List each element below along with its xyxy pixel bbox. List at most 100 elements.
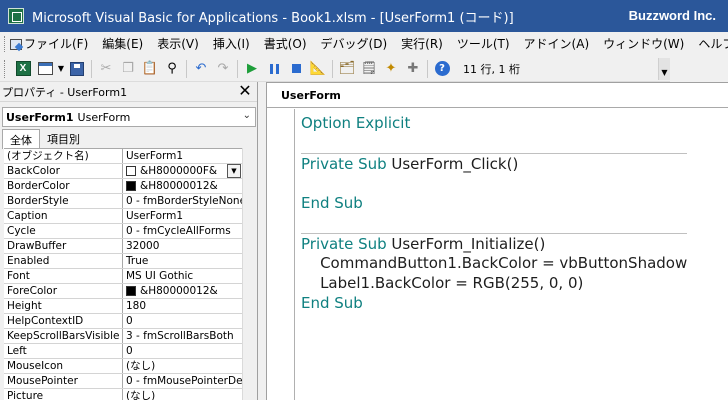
property-row[interactable]: BackColor &H8000000F& ▼ bbox=[4, 164, 242, 179]
properties-window-button[interactable]: 🗒 bbox=[358, 58, 380, 80]
property-value[interactable]: 0 - fmBorderStyleNone bbox=[123, 194, 242, 208]
code-margin[interactable] bbox=[267, 109, 295, 400]
code-line[interactable]: Private Sub UserForm_Initialize() bbox=[301, 233, 688, 253]
toolbar-grip[interactable] bbox=[4, 59, 8, 78]
cut-button[interactable]: ✂ bbox=[95, 58, 117, 80]
property-dropdown-button[interactable]: ▼ bbox=[227, 164, 241, 178]
code-window: UserForm Option Explicit Private Sub User… bbox=[266, 82, 728, 400]
property-value[interactable]: (なし) bbox=[123, 359, 242, 373]
reset-button[interactable] bbox=[285, 58, 307, 80]
code-line[interactable]: Private Sub UserForm_Click() bbox=[301, 153, 688, 173]
pause-icon bbox=[269, 63, 279, 74]
property-value[interactable]: MS UI Gothic bbox=[123, 269, 242, 283]
menu-format[interactable]: 書式(O) bbox=[257, 33, 314, 55]
code-line[interactable]: CommandButton1.BackColor = vbButtonShado… bbox=[301, 253, 687, 273]
code-line[interactable]: End Sub bbox=[301, 293, 687, 313]
menu-insert[interactable]: 挿入(I) bbox=[206, 33, 257, 55]
tab-alphabetic[interactable]: 全体 bbox=[2, 129, 40, 149]
object-selector[interactable]: UserForm1 UserForm ⌄ bbox=[2, 107, 256, 127]
property-row[interactable]: BorderColor &H80000012& bbox=[4, 179, 242, 194]
toolbar-options-button[interactable]: ▼ bbox=[658, 58, 670, 80]
object-combo[interactable]: UserForm bbox=[267, 83, 728, 108]
property-value[interactable]: UserForm1 bbox=[123, 149, 242, 163]
undo-button[interactable]: ↶ bbox=[190, 58, 212, 80]
menu-file[interactable]: ファイル(F) bbox=[17, 33, 95, 55]
code-line[interactable]: Label1.BackColor = RGB(255, 0, 0) bbox=[301, 273, 687, 293]
property-row[interactable]: Picture (なし) bbox=[4, 389, 242, 400]
property-value[interactable]: 180 bbox=[123, 299, 242, 313]
design-mode-button[interactable]: 📐 bbox=[307, 58, 329, 80]
excel-app-icon[interactable] bbox=[8, 8, 24, 24]
property-value[interactable]: 32000 bbox=[123, 239, 242, 253]
code-editor[interactable]: Option Explicit Private Sub UserForm_Clic… bbox=[301, 113, 688, 313]
property-row[interactable]: BorderStyle 0 - fmBorderStyleNone bbox=[4, 194, 242, 209]
menu-grip[interactable] bbox=[4, 36, 5, 52]
insert-dropdown-button[interactable]: ▼ bbox=[56, 58, 66, 80]
property-value[interactable]: 0 bbox=[123, 314, 242, 328]
find-button[interactable]: ⚲ bbox=[161, 58, 183, 80]
property-name: BorderStyle bbox=[4, 194, 123, 208]
property-value-text: &H80000012& bbox=[140, 285, 218, 297]
view-excel-button[interactable]: X bbox=[12, 58, 34, 80]
property-row[interactable]: Left 0 bbox=[4, 344, 242, 359]
menu-addins[interactable]: アドイン(A) bbox=[517, 33, 597, 55]
paste-button[interactable]: 📋 bbox=[139, 58, 161, 80]
menu-window[interactable]: ウィンドウ(W) bbox=[596, 33, 691, 55]
property-value-text: &H80000012& bbox=[140, 180, 218, 192]
help-button[interactable]: ? bbox=[431, 58, 453, 80]
property-row[interactable]: Height 180 bbox=[4, 299, 242, 314]
properties-scrollbar[interactable] bbox=[242, 148, 256, 400]
project-explorer-button[interactable]: 🗂 bbox=[336, 58, 358, 80]
property-row[interactable]: Cycle 0 - fmCycleAllForms bbox=[4, 224, 242, 239]
code-keyword: Private Sub bbox=[301, 155, 392, 173]
menu-tools[interactable]: ツール(T) bbox=[450, 33, 517, 55]
property-value-text: (なし) bbox=[126, 390, 156, 400]
code-line[interactable]: End Sub bbox=[301, 193, 687, 213]
code-line[interactable] bbox=[301, 133, 687, 153]
property-value[interactable]: &H80000012& bbox=[123, 179, 242, 193]
break-button[interactable] bbox=[263, 58, 285, 80]
object-browser-button[interactable]: ✦ bbox=[380, 58, 402, 80]
code-line[interactable]: Option Explicit bbox=[301, 113, 687, 133]
code-line[interactable] bbox=[301, 173, 687, 193]
menu-edit[interactable]: 編集(E) bbox=[95, 33, 150, 55]
property-value-text: 0 - fmCycleAllForms bbox=[126, 225, 231, 237]
property-row[interactable]: Font MS UI Gothic bbox=[4, 269, 242, 284]
property-row[interactable]: (オブジェクト名) UserForm1 bbox=[4, 149, 242, 164]
property-value[interactable]: 0 - fmCycleAllForms bbox=[123, 224, 242, 238]
tab-categorized[interactable]: 項目別 bbox=[40, 129, 87, 149]
save-button[interactable] bbox=[66, 58, 88, 80]
run-button[interactable]: ▶ bbox=[241, 58, 263, 80]
property-value-text: &H8000000F& bbox=[140, 165, 218, 177]
property-row[interactable]: MouseIcon (なし) bbox=[4, 359, 242, 374]
property-row[interactable]: KeepScrollBarsVisible 3 - fmScrollBarsBot… bbox=[4, 329, 242, 344]
insert-userform-button[interactable] bbox=[34, 58, 56, 80]
property-value[interactable]: True bbox=[123, 254, 242, 268]
property-row[interactable]: ForeColor &H80000012& bbox=[4, 284, 242, 299]
toolbox-button[interactable]: ✚ bbox=[402, 58, 424, 80]
property-value[interactable]: (なし) bbox=[123, 389, 242, 400]
property-name: BackColor bbox=[4, 164, 123, 178]
property-value[interactable]: &H80000012& bbox=[123, 284, 242, 298]
menu-debug[interactable]: デバッグ(D) bbox=[314, 33, 395, 55]
menu-view[interactable]: 表示(V) bbox=[150, 33, 206, 55]
property-value-text: UserForm1 bbox=[126, 150, 184, 162]
menu-help[interactable]: ヘルプ(H) bbox=[691, 33, 728, 55]
property-value[interactable]: UserForm1 bbox=[123, 209, 242, 223]
property-value[interactable]: 0 bbox=[123, 344, 242, 358]
properties-close-button[interactable]: ✕ bbox=[237, 83, 253, 99]
property-row[interactable]: HelpContextID 0 bbox=[4, 314, 242, 329]
chevron-down-icon: ▼ bbox=[661, 68, 668, 77]
property-row[interactable]: Caption UserForm1 bbox=[4, 209, 242, 224]
property-value[interactable]: 0 - fmMousePointerDefault bbox=[123, 374, 242, 388]
copy-button[interactable]: ❐ bbox=[117, 58, 139, 80]
property-row[interactable]: DrawBuffer 32000 bbox=[4, 239, 242, 254]
property-value-text: UserForm1 bbox=[126, 210, 184, 222]
property-value[interactable]: &H8000000F& ▼ bbox=[123, 164, 242, 178]
property-value[interactable]: 3 - fmScrollBarsBoth bbox=[123, 329, 242, 343]
code-line[interactable] bbox=[301, 213, 687, 233]
property-row[interactable]: Enabled True bbox=[4, 254, 242, 269]
menu-run[interactable]: 実行(R) bbox=[394, 33, 450, 55]
property-row[interactable]: MousePointer0 - fmMousePointerDefault bbox=[4, 374, 242, 389]
redo-button[interactable]: ↷ bbox=[212, 58, 234, 80]
